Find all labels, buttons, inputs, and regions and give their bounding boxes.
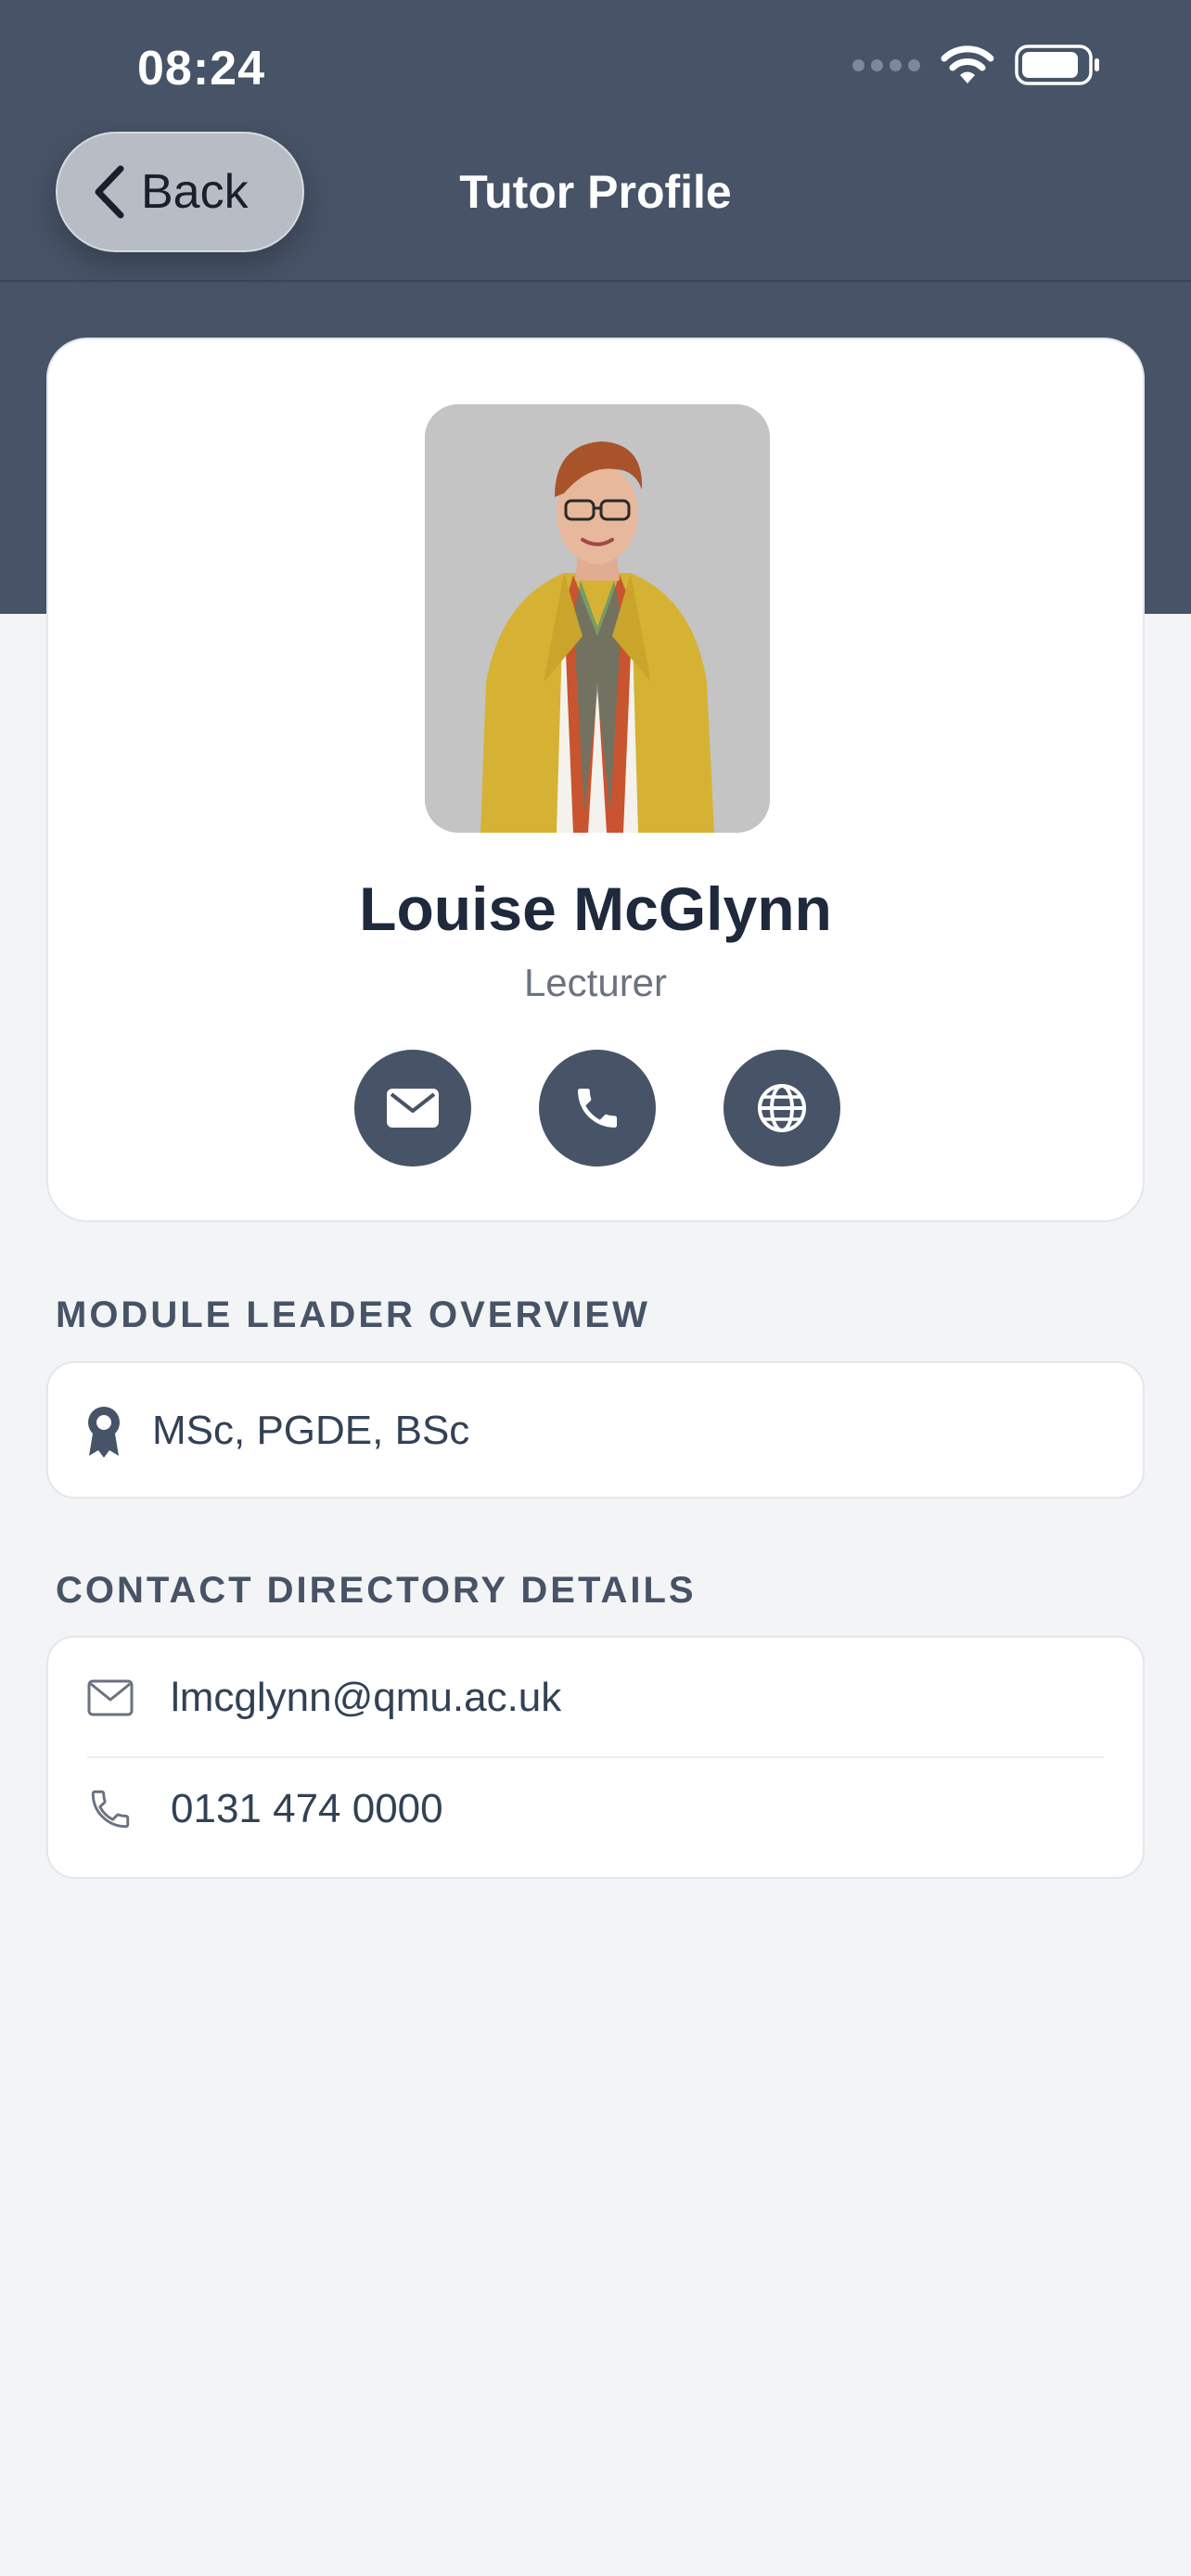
mail-outline-icon (87, 1679, 134, 1716)
overview-panel: MSc, PGDE, BSc (46, 1361, 1145, 1498)
status-time: 08:24 (137, 42, 265, 96)
phone-row[interactable]: 0131 474 0000 (87, 1786, 443, 1832)
battery-icon (1015, 45, 1099, 85)
phone-text: 0131 474 0000 (171, 1786, 443, 1831)
overview-section-title: MODULE LEADER OVERVIEW (56, 1294, 650, 1335)
wifi-icon (941, 45, 994, 83)
phone-icon (578, 1089, 617, 1128)
tutor-name: Louise McGlynn (359, 874, 832, 943)
tutor-role: Lecturer (523, 961, 668, 1004)
email-button[interactable] (354, 1050, 471, 1167)
qualifications-text: MSc, PGDE, BSc (152, 1408, 470, 1453)
page-title: Tutor Profile (459, 166, 732, 218)
envelope-icon (387, 1089, 439, 1128)
contact-divider (87, 1756, 1104, 1758)
contact-panel: lmcglynn@qmu.ac.uk 0131 474 0000 (46, 1636, 1145, 1879)
qualifications-row: MSc, PGDE, BSc (85, 1404, 469, 1458)
contact-section-title: CONTACT DIRECTORY DETAILS (56, 1570, 697, 1611)
profile-card: Louise McGlynn Lecturer (46, 338, 1145, 1222)
globe-icon (758, 1084, 806, 1132)
contact-actions (354, 1050, 840, 1167)
tutor-photo (425, 404, 770, 833)
header-divider (0, 280, 1191, 282)
website-button[interactable] (724, 1050, 840, 1167)
email-text: lmcglynn@qmu.ac.uk (171, 1675, 562, 1720)
cellular-signal-icon (852, 58, 920, 71)
email-row[interactable]: lmcglynn@qmu.ac.uk (87, 1675, 561, 1721)
award-icon (88, 1407, 120, 1458)
phone-outline-icon (91, 1790, 130, 1829)
status-icons (852, 45, 1102, 85)
phone-button[interactable] (539, 1050, 656, 1167)
